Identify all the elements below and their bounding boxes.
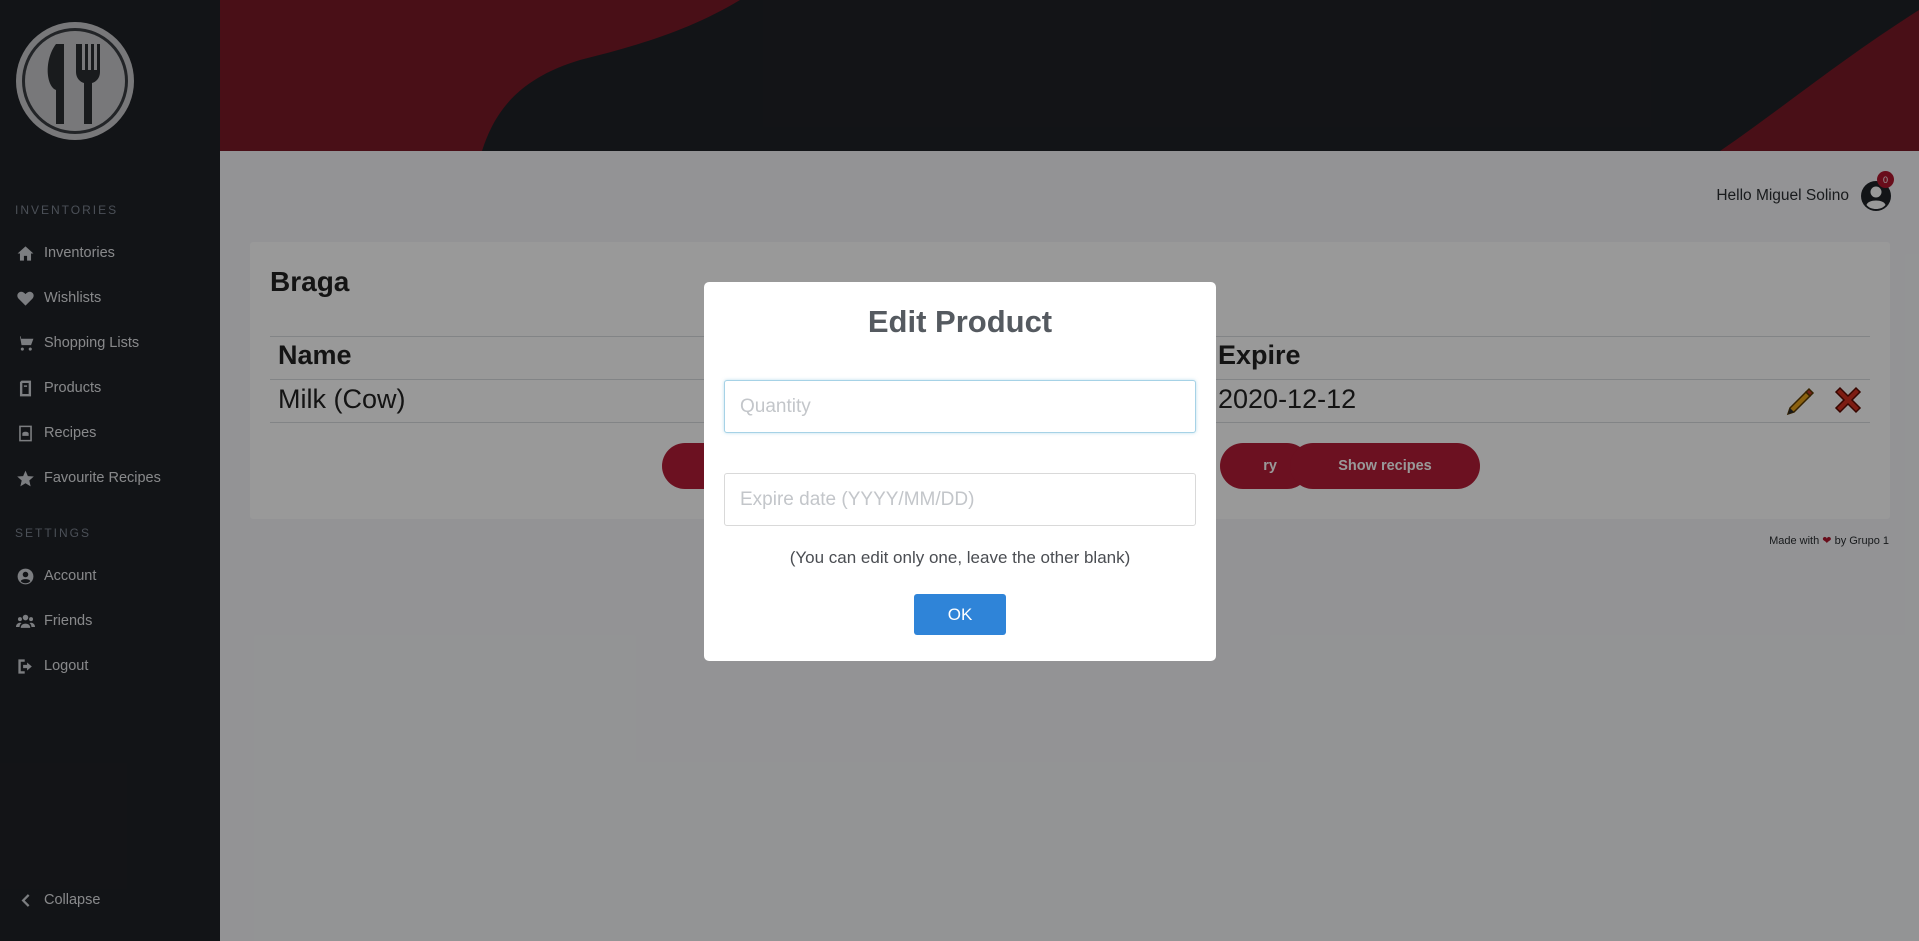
quantity-input[interactable] — [724, 380, 1196, 433]
modal-title: Edit Product — [867, 304, 1053, 339]
ok-button[interactable]: OK — [914, 594, 1006, 635]
expire-date-input[interactable] — [724, 473, 1196, 526]
edit-product-modal: Edit Product (You can edit only one, lea… — [704, 282, 1216, 661]
modal-note: (You can edit only one, leave the other … — [789, 548, 1131, 567]
